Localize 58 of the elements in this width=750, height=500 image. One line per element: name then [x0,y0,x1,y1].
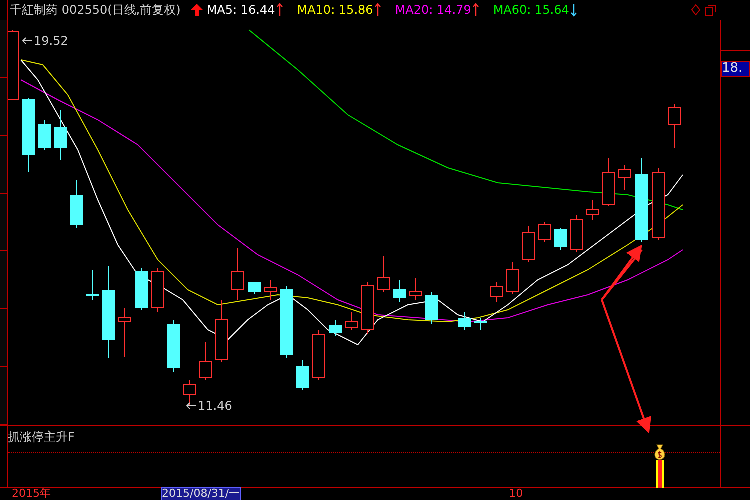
candlestick [264,280,278,300]
candlestick [426,292,438,324]
candlestick [394,280,406,302]
candlestick [86,270,100,300]
candlestick [618,164,632,190]
candlestick [248,282,262,294]
candlestick [168,320,180,372]
date-label: 2015/08/31/一 [161,487,242,500]
candlestick [216,300,228,362]
money-bag-signal-drawing [653,444,667,488]
current-price-tag: 18. [721,61,750,77]
low-price-label: 11.46 [186,397,232,415]
sidebar-tab[interactable] [0,78,7,136]
candlestick [232,248,244,300]
candlestick [554,228,568,250]
date-label: 10 [509,488,524,500]
candlestick [490,282,504,302]
candlestick [474,318,488,330]
candlestick [70,180,84,228]
candlestick [346,312,358,330]
candlestick [538,222,552,242]
candlestick [586,200,600,220]
candlestick [362,282,374,334]
left-arrow-icon [186,402,196,410]
candlestick [378,256,390,292]
candlestick [152,268,164,312]
candlestick [330,320,342,336]
candlestick [200,342,212,380]
candlestick [296,360,310,390]
window-restore-icon[interactable] [705,4,716,16]
moving-average-value: MA10: 15.86 [297,2,374,19]
candlestick [522,226,536,262]
stock-title: 千紅制药 002550(日线,前复权) [10,2,181,19]
candlestick [54,110,68,160]
diamond-icon[interactable] [691,4,701,16]
candlestick [118,308,132,358]
moving-average-value: MA60: 15.64 [493,2,570,19]
candlestick [602,158,616,206]
candlestick [38,120,52,150]
candlestick [570,214,584,252]
moving-average-value: MA5: 16.44 [206,2,276,19]
indicator-title: 抓涨停主升F [8,429,75,446]
moving-average-value: MA20: 14.79 [395,2,472,19]
left-arrow-icon [22,37,32,45]
candlestick [136,268,148,310]
candlestick [410,278,422,300]
candlestick [506,262,520,294]
candlestick [312,330,326,380]
candlestick [8,30,20,100]
sidebar-tab[interactable] [0,367,7,426]
candlestick [184,380,196,406]
candlestick [458,312,472,330]
candlestick [668,104,682,148]
up-arrow-icon [190,4,203,16]
high-price-label: 19.52 [22,32,68,50]
sidebar-tab[interactable] [0,194,7,252]
date-label: 2015年 [12,488,51,500]
sidebar-tab[interactable] [0,136,7,194]
